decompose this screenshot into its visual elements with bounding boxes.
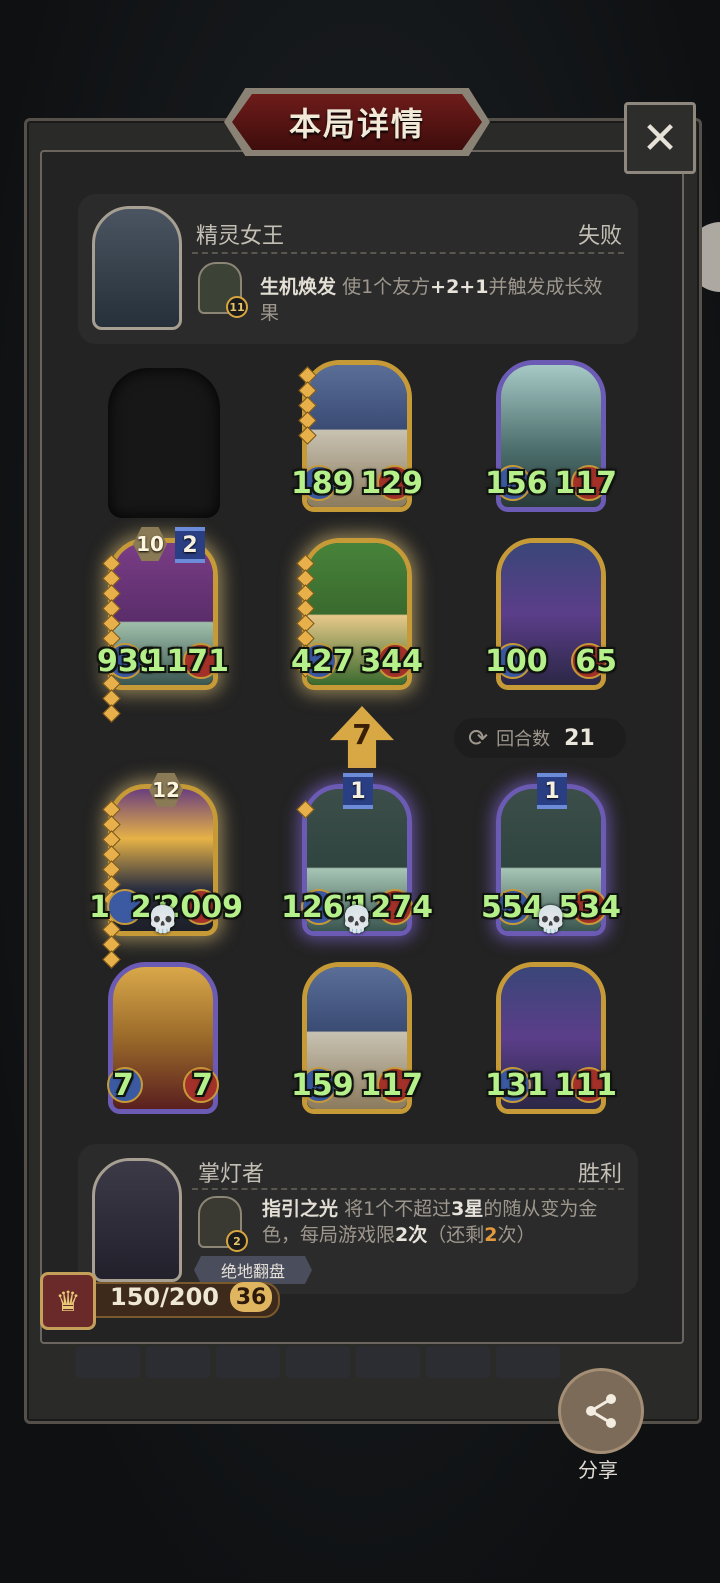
gold-value: 150/200 xyxy=(110,1283,219,1311)
repeat-icon: ⟳ xyxy=(468,724,489,752)
round-label: 回合数 xyxy=(496,729,551,750)
minion-card[interactable]: 12 1 21 2009 💀 xyxy=(89,773,243,969)
minion-attack: 156 xyxy=(485,466,548,501)
minion-card[interactable]: 159 117 xyxy=(291,962,423,1114)
star-column xyxy=(102,800,121,969)
skull-icon: 💀 xyxy=(340,905,374,935)
minion-attack: 100 xyxy=(485,644,548,679)
opponent-result: 失败 xyxy=(577,224,622,249)
empty-minion-slot xyxy=(108,368,220,518)
minion-health: 1171 xyxy=(145,644,230,679)
history-thumb xyxy=(76,1346,140,1378)
divider xyxy=(192,252,624,254)
close-button[interactable]: ✕ xyxy=(624,102,696,174)
level-badge: 2 xyxy=(175,527,205,563)
minion-history-strip xyxy=(76,1346,656,1378)
opponent-skill-level: 11 xyxy=(226,296,248,318)
player-skill-desc: 指引之光 将1个不超过3星的随从变为金色，每局游戏限2次（还剩2次） xyxy=(262,1198,598,1246)
title-banner: 本局详情 xyxy=(232,94,482,150)
star-column xyxy=(298,366,317,445)
skull-icon: 💀 xyxy=(534,905,568,935)
crown-icon: ♛ xyxy=(40,1272,96,1330)
history-thumb xyxy=(146,1346,210,1378)
minion-health: 534 xyxy=(558,890,621,925)
opponent-skill-desc: 生机焕发 使1个友方+2+1并触发成长效果 xyxy=(260,276,603,324)
player-level: 36 xyxy=(230,1282,272,1312)
minion-health: 111 xyxy=(554,1068,617,1103)
history-thumb xyxy=(356,1346,420,1378)
opponent-portrait[interactable] xyxy=(92,206,182,330)
opponent-skill-icon[interactable]: 11 xyxy=(198,262,248,318)
round-value: 21 xyxy=(564,725,595,751)
minion-attack: 427 xyxy=(291,644,354,679)
history-thumb xyxy=(426,1346,490,1378)
minion-card[interactable]: 7 7 xyxy=(107,962,219,1114)
minion-card[interactable]: 10 2 939 1171 xyxy=(97,527,229,723)
history-thumb xyxy=(216,1346,280,1378)
star-column xyxy=(296,800,315,819)
page-title: 本局详情 xyxy=(288,105,425,143)
skull-icon: 💀 xyxy=(146,905,180,935)
minion-card[interactable]: 131 111 xyxy=(485,962,617,1114)
minion-health: 65 xyxy=(575,644,617,679)
player-portrait[interactable] xyxy=(92,1158,182,1282)
opponent-name: 精灵女王 xyxy=(196,224,285,249)
level-badge: 1 xyxy=(343,773,373,809)
minion-attack: 131 xyxy=(485,1068,548,1103)
achievement-tag: 绝地翻盘 xyxy=(194,1256,312,1284)
player-skill-icon[interactable]: 2 xyxy=(198,1196,248,1252)
divider xyxy=(192,1188,624,1190)
minion-attack: 159 xyxy=(291,1068,354,1103)
share-label: 分享 xyxy=(578,1458,618,1482)
player-skill-name: 指引之光 xyxy=(262,1198,339,1220)
minion-attack: 7 xyxy=(113,1068,134,1103)
minion-health: 129 xyxy=(360,466,423,501)
minion-card[interactable]: 100 65 xyxy=(485,538,617,690)
opponent-skill-name: 生机焕发 xyxy=(260,276,337,298)
minion-card[interactable]: 427 344 xyxy=(291,538,423,690)
minion-attack: 189 xyxy=(291,466,354,501)
minion-health: 344 xyxy=(360,644,423,679)
player-skill-level: 2 xyxy=(226,1230,248,1252)
minion-health: 7 xyxy=(192,1068,213,1103)
minion-card[interactable]: 156 117 xyxy=(485,360,617,512)
attack-arrow-value: 7 xyxy=(352,718,372,751)
player-result: 胜利 xyxy=(577,1162,622,1187)
minion-card[interactable]: 1 554 534 💀 xyxy=(481,773,621,936)
minion-card[interactable]: 1 1261 1274 💀 xyxy=(281,773,433,936)
player-name: 掌灯者 xyxy=(198,1162,265,1187)
history-thumb xyxy=(496,1346,560,1378)
opponent-info-card: 精灵女王 失败 11 生机焕发 使1个友方+2+1并触发成长效果 xyxy=(78,194,638,344)
minion-health: 117 xyxy=(360,1068,423,1103)
player-info-card: 掌灯者 胜利 2 指引之光 将1个不超过3星的随从变为金色，每局游戏限2次（还剩… xyxy=(78,1144,638,1294)
minion-health: 117 xyxy=(554,466,617,501)
history-thumb xyxy=(286,1346,350,1378)
level-badge: 1 xyxy=(537,773,567,809)
star-column xyxy=(102,554,121,723)
share-icon xyxy=(586,1394,616,1428)
share-button[interactable] xyxy=(558,1368,644,1454)
round-counter: ⟳ 回合数 21 xyxy=(454,718,626,758)
minion-card[interactable]: 189 129 xyxy=(291,360,423,512)
